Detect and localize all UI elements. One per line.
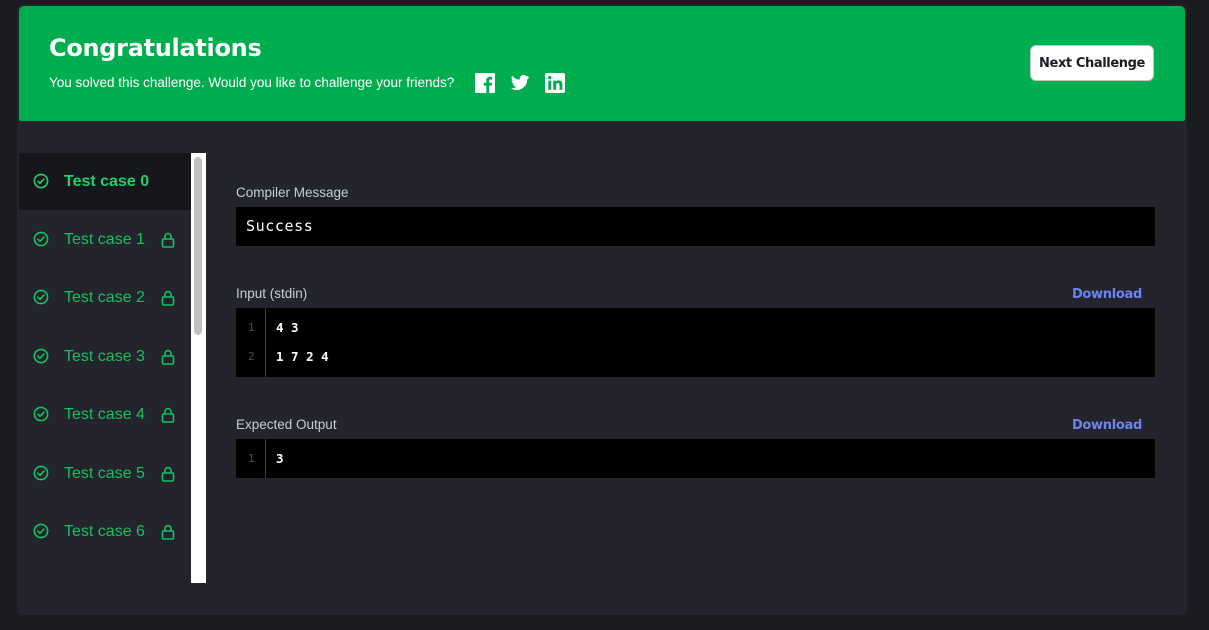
test-case-label: Test case 2: [64, 289, 145, 306]
check-circle-icon: [33, 289, 49, 305]
compiler-message-output: Success: [236, 207, 1155, 246]
test-case-label: Test case 1: [64, 231, 145, 248]
test-case-item-3[interactable]: Test case 3: [19, 328, 191, 385]
expected-output-download-link[interactable]: Download: [1072, 418, 1142, 433]
test-case-item-2[interactable]: Test case 2: [19, 269, 191, 326]
test-case-label: Test case 0: [64, 173, 150, 190]
line-number: 1: [248, 452, 255, 465]
next-challenge-button[interactable]: Next Challenge: [1030, 45, 1154, 81]
input-code-box: 1 4 3 2 1 7 2 4: [236, 308, 1155, 377]
test-case-item-4[interactable]: Test case 4: [19, 386, 191, 443]
test-case-label: Test case 3: [64, 348, 145, 365]
lock-icon: [161, 407, 175, 423]
test-case-item-6[interactable]: Test case 6: [19, 503, 191, 560]
line-number: 2: [248, 350, 255, 363]
check-circle-icon: [33, 465, 49, 481]
expected-output-code-box: 1 3: [236, 439, 1155, 478]
expected-output-line: 3: [276, 451, 284, 466]
expected-output-label: Expected Output: [236, 417, 337, 432]
compiler-message-label: Compiler Message: [236, 185, 349, 200]
input-line: 1 7 2 4: [276, 349, 329, 364]
lock-icon: [161, 524, 175, 540]
lock-icon: [161, 349, 175, 365]
check-circle-icon: [33, 173, 49, 189]
check-circle-icon: [33, 348, 49, 364]
check-circle-icon: [33, 231, 49, 247]
results-panel: Congratulations You solved this challeng…: [17, 4, 1187, 615]
line-number-gutter: [236, 308, 266, 377]
congratulations-banner: Congratulations You solved this challeng…: [19, 6, 1185, 121]
input-download-link[interactable]: Download: [1072, 287, 1142, 302]
input-label: Input (stdin): [236, 286, 308, 301]
check-circle-icon: [33, 406, 49, 422]
test-case-item-5[interactable]: Test case 5: [19, 445, 191, 502]
lock-icon: [161, 290, 175, 306]
banner-subtitle: You solved this challenge. Would you lik…: [49, 75, 455, 90]
twitter-icon[interactable]: [510, 73, 530, 93]
test-case-label: Test case 4: [64, 406, 145, 423]
input-line: 4 3: [276, 320, 299, 335]
check-circle-icon: [33, 523, 49, 539]
test-case-label: Test case 6: [64, 523, 145, 540]
test-case-label: Test case 5: [64, 465, 145, 482]
test-case-item-0[interactable]: Test case 0: [19, 153, 191, 210]
scrollbar-thumb[interactable]: [194, 157, 202, 335]
sidebar-scrollbar[interactable]: [191, 153, 206, 583]
test-case-item-1[interactable]: Test case 1: [19, 211, 191, 268]
line-number: 1: [248, 321, 255, 334]
linkedin-icon[interactable]: [545, 73, 565, 93]
banner-title: Congratulations: [49, 34, 262, 62]
facebook-icon[interactable]: [475, 73, 495, 93]
lock-icon: [161, 466, 175, 482]
lock-icon: [161, 232, 175, 248]
test-case-list: Test case 0 Test case 1 Test case 2 Test…: [19, 153, 191, 583]
